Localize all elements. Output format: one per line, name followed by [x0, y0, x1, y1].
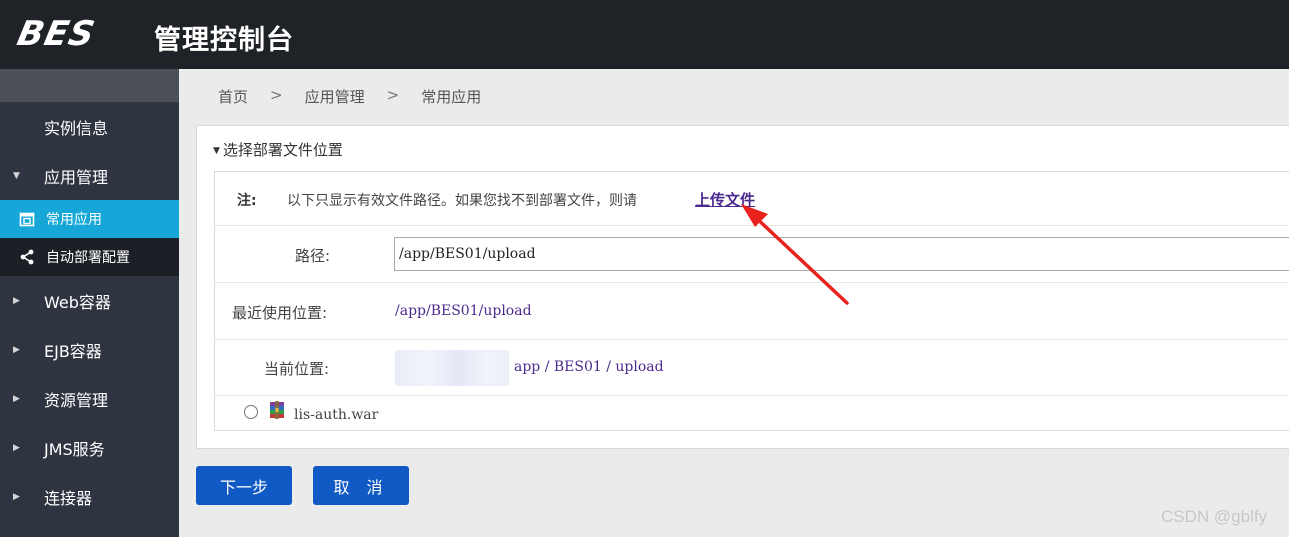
caret-right-icon: ▶ — [13, 442, 20, 453]
top-header: BES 管理控制台 — [0, 0, 1289, 69]
sidebar-item-label: 连接器 — [44, 488, 93, 508]
upload-file-link[interactable]: 上传文件 — [695, 189, 755, 210]
share-icon — [20, 249, 34, 265]
sidebar-item-connector[interactable]: ▶ 连接器 — [0, 472, 179, 521]
sidebar-item-common-apps[interactable]: 常用应用 — [0, 200, 179, 238]
note-text: 以下只显示有效文件路径。如果您找不到部署文件，则请 — [287, 193, 637, 209]
sidebar-item-label: 应用管理 — [44, 167, 109, 187]
sidebar-item-label: 实例信息 — [44, 118, 109, 138]
sidebar-item-resource-management[interactable]: ▶ 资源管理 — [0, 374, 179, 423]
sidebar-item-label: 资源管理 — [44, 390, 109, 410]
collapse-toggle-icon[interactable]: ▼ — [213, 146, 220, 156]
deploy-location-panel: ▼ 选择部署文件位置 注: 以下只显示有效文件路径。如果您找不到部署文件，则请 上… — [196, 125, 1289, 449]
breadcrumb-home[interactable]: 首页 — [218, 86, 248, 107]
sidebar-item-web-container[interactable]: ▶ Web容器 — [0, 276, 179, 325]
breadcrumb: 首页 > 应用管理 > 常用应用 — [218, 86, 481, 107]
sidebar-item-label: 常用应用 — [46, 212, 102, 228]
file-name: lis-auth.war — [294, 407, 379, 423]
sidebar-item-app-management[interactable]: ▼ 应用管理 — [0, 151, 179, 200]
sidebar-top-bar — [0, 69, 179, 102]
sidebar-item-label: EJB容器 — [44, 341, 102, 361]
caret-right-icon: ▶ — [13, 295, 20, 306]
sidebar-item-instance-info[interactable]: 实例信息 — [0, 102, 179, 151]
redacted-path-segment — [395, 350, 509, 386]
caret-right-icon: ▶ — [13, 393, 20, 404]
archive-file-icon — [270, 401, 284, 419]
recent-location-row: 最近使用位置: /app/BES01/upload — [215, 284, 1289, 340]
caret-right-icon: ▶ — [13, 344, 20, 355]
recent-location-link[interactable]: /app/BES01/upload — [395, 303, 532, 319]
panel-title[interactable]: ▼ 选择部署文件位置 — [213, 139, 343, 160]
sidebar-item-label: Web容器 — [44, 292, 111, 312]
sidebar: 实例信息 ▼ 应用管理 常用应用 自动部署配置 ▶ Web容器 ▶ EJB容器 … — [0, 69, 179, 537]
path-label: 路径: — [295, 247, 331, 265]
breadcrumb-current-page: 常用应用 — [421, 88, 482, 106]
panel-title-text: 选择部署文件位置 — [222, 141, 343, 159]
app-icon — [19, 212, 35, 227]
current-location-label: 当前位置: — [264, 360, 330, 378]
note-label: 注: — [237, 193, 257, 209]
sidebar-item-auto-deploy[interactable]: 自动部署配置 — [0, 238, 179, 276]
file-radio[interactable] — [244, 405, 258, 419]
cancel-button[interactable]: 取 消 — [313, 466, 409, 505]
sidebar-item-label: JMS服务 — [44, 439, 105, 459]
sidebar-item-label: 自动部署配置 — [46, 250, 130, 266]
recent-location-label: 最近使用位置: — [232, 304, 328, 322]
watermark: CSDN @gblfy — [1161, 507, 1268, 526]
breadcrumb-app-management[interactable]: 应用管理 — [305, 86, 365, 107]
deploy-form: 注: 以下只显示有效文件路径。如果您找不到部署文件，则请 上传文件 路径: 最近… — [214, 171, 1289, 431]
current-location-path[interactable]: app / BES01 / upload — [514, 359, 664, 375]
breadcrumb-separator: > — [270, 86, 283, 104]
bes-logo: BES — [13, 14, 99, 54]
note-row: 注: 以下只显示有效文件路径。如果您找不到部署文件，则请 上传文件 — [215, 172, 1289, 226]
sidebar-item-jms-service[interactable]: ▶ JMS服务 — [0, 423, 179, 472]
path-row: 路径: — [215, 227, 1289, 283]
console-title: 管理控制台 — [154, 25, 294, 56]
breadcrumb-separator: > — [386, 86, 400, 104]
next-step-button[interactable]: 下一步 — [196, 466, 292, 505]
sidebar-item-ejb-container[interactable]: ▶ EJB容器 — [0, 325, 179, 374]
caret-down-icon: ▼ — [13, 170, 20, 181]
current-location-row: 当前位置: app / BES01 / upload — [215, 340, 1289, 396]
path-input[interactable] — [394, 237, 1289, 271]
caret-right-icon: ▶ — [13, 491, 20, 502]
file-row: lis-auth.war — [215, 396, 1289, 432]
